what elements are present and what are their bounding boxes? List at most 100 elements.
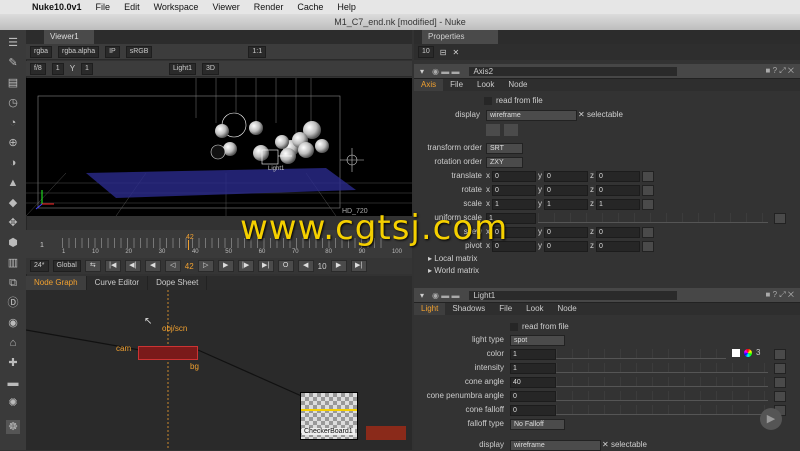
- particles-icon[interactable]: ✺: [6, 396, 20, 410]
- intensity-field[interactable]: 1: [510, 363, 556, 374]
- rotate-anim-icon[interactable]: [642, 185, 654, 196]
- nukex-icon[interactable]: ☸: [6, 420, 20, 434]
- pivot-y-field[interactable]: 0: [544, 241, 588, 252]
- play-overlay-icon[interactable]: ▶: [760, 408, 782, 430]
- channel-icon[interactable]: ⊕: [6, 136, 20, 150]
- color-swatch[interactable]: [732, 349, 740, 357]
- pivot-anim-icon[interactable]: [642, 241, 654, 252]
- menu-file[interactable]: File: [96, 2, 111, 12]
- end-frame-icon[interactable]: ▶|: [350, 260, 367, 272]
- tab-viewer1[interactable]: Viewer1: [44, 30, 94, 44]
- ip-button[interactable]: IP: [105, 45, 120, 58]
- tab-curve-editor[interactable]: Curve Editor: [87, 276, 149, 290]
- colorspace-dropdown[interactable]: sRGB: [125, 45, 153, 58]
- axis-gizmo[interactable]: [340, 148, 364, 172]
- uniform-scale-slider[interactable]: [538, 213, 768, 223]
- rotate-x-field[interactable]: 0: [492, 185, 536, 196]
- color-anim-icon[interactable]: [774, 349, 786, 360]
- skew-anim-icon[interactable]: [642, 227, 654, 238]
- prev-frame-icon[interactable]: ◁: [164, 260, 181, 272]
- menu-help[interactable]: Help: [337, 2, 356, 12]
- light1-name-field[interactable]: Light1: [469, 290, 678, 300]
- translate-y-field[interactable]: 0: [544, 171, 588, 182]
- light-node[interactable]: [366, 426, 406, 440]
- node-icons[interactable]: ◉ ▬ ▬: [432, 67, 459, 76]
- transform-order-dropdown[interactable]: SRT: [486, 143, 523, 154]
- play-back-icon[interactable]: ◀: [144, 260, 161, 272]
- node-graph-canvas[interactable]: obj/scn cam bg CheckerBoard1 ↖: [26, 290, 412, 450]
- camera-dropdown[interactable]: Light1: [168, 62, 197, 75]
- falloff-type-dropdown[interactable]: No Falloff: [510, 419, 565, 430]
- uniform-scale-anim-icon[interactable]: [774, 213, 786, 224]
- translate-z-field[interactable]: 0: [596, 171, 640, 182]
- viewer-viewport[interactable]: Light1 HD_720: [26, 78, 412, 216]
- header-buttons[interactable]: ■ ? ⤢ ✕: [766, 66, 794, 76]
- minimize-all-icon[interactable]: ⊟: [440, 48, 447, 57]
- tab-look[interactable]: Look: [519, 303, 550, 315]
- tag-icon[interactable]: ⌂: [6, 336, 20, 350]
- color-channels-field[interactable]: 3: [756, 348, 760, 357]
- alpha-dropdown[interactable]: rgba.alpha: [58, 45, 100, 58]
- layers-icon[interactable]: ▤: [6, 76, 20, 90]
- intensity-anim-icon[interactable]: [774, 363, 786, 374]
- menu-edit[interactable]: Edit: [124, 2, 140, 12]
- deep-icon[interactable]: Ⓓ: [6, 296, 20, 310]
- cone-angle-anim-icon[interactable]: [774, 377, 786, 388]
- color-field[interactable]: 1: [510, 349, 556, 360]
- first-frame-icon[interactable]: |◀: [104, 260, 121, 272]
- metadata-icon[interactable]: ⧉: [6, 276, 20, 290]
- scanline-render-node[interactable]: [138, 346, 198, 360]
- light-display-dropdown[interactable]: wireframe: [510, 440, 601, 451]
- cone-falloff-slider[interactable]: [556, 405, 768, 415]
- scale-anim-icon[interactable]: [642, 199, 654, 210]
- translate-anim-icon[interactable]: [642, 171, 654, 182]
- paint-icon[interactable]: ✎: [6, 56, 20, 70]
- color-slider[interactable]: [556, 349, 726, 359]
- intensity-slider[interactable]: [556, 363, 768, 373]
- tab-properties[interactable]: Properties: [422, 30, 498, 44]
- loop-icon[interactable]: ⇆: [84, 260, 101, 272]
- pivot-z-field[interactable]: 0: [596, 241, 640, 252]
- menu-workspace[interactable]: Workspace: [154, 2, 199, 12]
- transform-icon[interactable]: ✥: [6, 216, 20, 230]
- skew-y-field[interactable]: 0: [544, 227, 588, 238]
- tab-file[interactable]: File: [443, 79, 470, 91]
- channels-dropdown[interactable]: rgba: [30, 45, 53, 58]
- tab-axis[interactable]: Axis: [414, 79, 444, 91]
- global-dropdown[interactable]: Global: [52, 260, 81, 272]
- panel-count-field[interactable]: 10: [418, 46, 434, 58]
- clock-icon[interactable]: ◷: [6, 96, 20, 110]
- fstop-field[interactable]: f/8: [30, 62, 46, 75]
- zoom-dropdown[interactable]: 1:1: [248, 45, 267, 58]
- furnace-icon[interactable]: ▬: [6, 376, 20, 390]
- frame-field[interactable]: 42: [185, 262, 194, 271]
- local-matrix-toggle[interactable]: ▸ Local matrix: [428, 254, 477, 263]
- close-all-icon[interactable]: ✕: [453, 48, 460, 57]
- tab-node-graph[interactable]: Node Graph: [26, 276, 87, 290]
- collapse-icon[interactable]: ▾: [420, 67, 424, 76]
- scale-y-field[interactable]: 1: [544, 199, 588, 210]
- skew-z-field[interactable]: 0: [596, 227, 640, 238]
- other-icon[interactable]: ✚: [6, 356, 20, 370]
- play-icon[interactable]: ▶: [217, 260, 234, 272]
- 3d-icon[interactable]: ⬢: [6, 236, 20, 250]
- skip-back-icon[interactable]: ◀: [297, 260, 314, 272]
- rotation-order-dropdown[interactable]: ZXY: [486, 157, 523, 168]
- tab-look[interactable]: Look: [470, 79, 501, 91]
- view-mode-dropdown[interactable]: 3D: [202, 62, 219, 75]
- cone-angle-slider[interactable]: [556, 377, 768, 387]
- tab-node[interactable]: Node: [501, 79, 534, 91]
- scale-z-field[interactable]: 1: [596, 199, 640, 210]
- menu-cache[interactable]: Cache: [297, 2, 323, 12]
- axis2-name-field[interactable]: Axis2: [469, 66, 678, 76]
- cone-penumbra-anim-icon[interactable]: [774, 391, 786, 402]
- next-key-icon[interactable]: |▶: [237, 260, 254, 272]
- app-menu[interactable]: Nuke10.0v1: [32, 2, 82, 12]
- views-icon[interactable]: ▥: [6, 256, 20, 270]
- world-matrix-toggle[interactable]: ▸ World matrix: [428, 266, 479, 275]
- header-buttons[interactable]: ■ ? ⤢ ✕: [766, 290, 794, 300]
- menu-render[interactable]: Render: [254, 2, 284, 12]
- menu-icon[interactable]: ☰: [6, 36, 20, 50]
- tab-file[interactable]: File: [492, 303, 519, 315]
- prev-key-icon[interactable]: ◀|: [124, 260, 141, 272]
